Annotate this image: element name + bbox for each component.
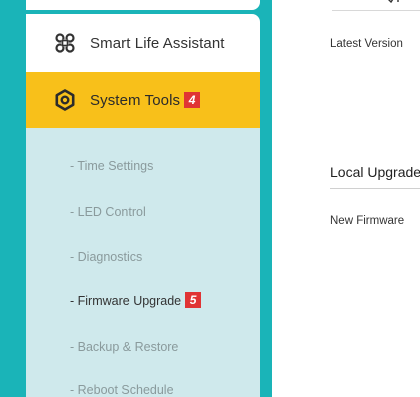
cut-off-heading-glyphs <box>388 0 399 3</box>
local-upgrade-title: Local Upgrade <box>330 164 420 180</box>
system-tools-label: System Tools <box>90 91 181 109</box>
submenu-item-diagnostics[interactable]: - Diagnostics <box>70 250 142 264</box>
system-tools-submenu: - Time Settings - LED Control - Diagnost… <box>26 128 260 397</box>
sidebar-item-system-tools[interactable]: System Tools 4 <box>26 72 260 128</box>
sidebar-item-previous[interactable] <box>26 0 260 10</box>
submenu-item-reboot-schedule[interactable]: - Reboot Schedule <box>70 383 174 397</box>
section-divider <box>332 10 420 11</box>
submenu-item-backup-restore[interactable]: - Backup & Restore <box>70 340 178 354</box>
latest-version-label: Latest Version <box>330 38 403 50</box>
step-badge: 4 <box>184 91 201 108</box>
submenu-item-label: - Firmware Upgrade <box>70 294 182 308</box>
gear-icon <box>54 89 76 111</box>
new-firmware-label: New Firmware <box>330 215 405 227</box>
section-divider <box>330 188 420 189</box>
submenu-item-time-settings[interactable]: - Time Settings <box>70 159 153 173</box>
sidebar: Smart Life Assistant System Tools 4 - Tim… <box>0 0 272 397</box>
submenu-item-led-control[interactable]: - LED Control <box>70 205 146 219</box>
sidebar-item-label: System Tools 4 <box>90 91 201 109</box>
step-badge: 5 <box>185 292 202 308</box>
sidebar-item-smart-life-assistant[interactable]: Smart Life Assistant <box>26 14 260 72</box>
submenu-item-firmware-upgrade[interactable]: - Firmware Upgrade 5 <box>70 292 202 308</box>
main-content: Latest Version Local Upgrade New Firmwar… <box>272 0 420 397</box>
sidebar-item-label: Smart Life Assistant <box>90 34 225 52</box>
cluster-icon <box>54 32 76 54</box>
